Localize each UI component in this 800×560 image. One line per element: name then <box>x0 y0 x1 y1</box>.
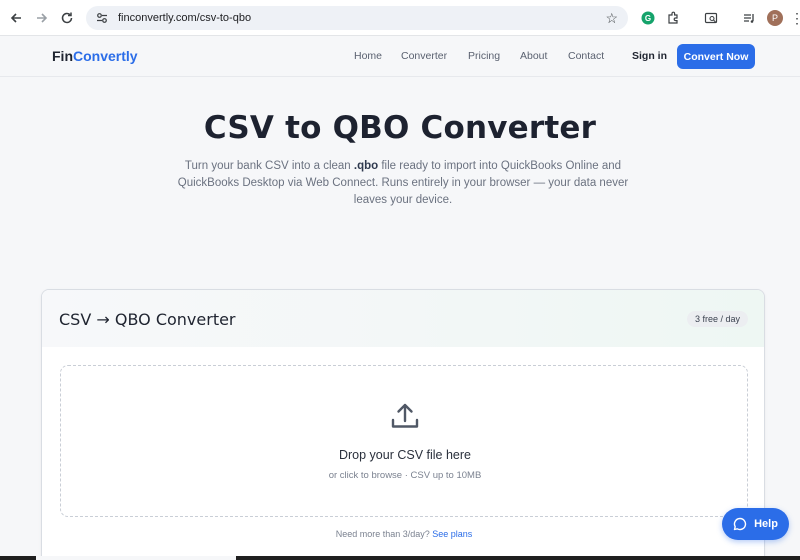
help-label: Help <box>754 518 778 530</box>
bookmark-star-icon[interactable]: ☆ <box>605 10 618 27</box>
qbo-extension-text: .qbo <box>353 160 379 172</box>
card-footer: Need more than 3/day? See plans <box>42 529 764 539</box>
site-info-icon[interactable] <box>94 10 110 26</box>
profile-avatar[interactable]: P <box>767 10 783 26</box>
quota-note: Need more than 3/day? <box>335 529 433 539</box>
dropzone-subtitle: or click to browse · CSV up to 10MB <box>328 470 482 481</box>
convert-now-button[interactable]: Convert Now <box>677 44 755 69</box>
logo-text-fin: Fin <box>52 48 73 64</box>
browser-menu-icon[interactable]: ⋮ <box>790 9 800 27</box>
sign-in-link[interactable]: Sign in <box>632 50 667 62</box>
card-header: CSV → QBO Converter 3 free / day <box>42 290 764 347</box>
nav-home[interactable]: Home <box>354 50 382 62</box>
taskbar-edge <box>0 556 800 560</box>
hero-subtitle: Turn your bank CSV into a clean .qbo fil… <box>170 158 636 209</box>
card-title: CSV → QBO Converter <box>59 310 236 329</box>
browser-toolbar: finconvertly.com/csv-to-qbo ☆ G P ⋮ <box>0 0 800 36</box>
chat-bubble-icon <box>733 517 747 531</box>
extensions-puzzle-icon[interactable] <box>664 9 682 27</box>
see-plans-link[interactable]: See plans <box>432 529 472 539</box>
help-button[interactable]: Help <box>722 508 789 540</box>
site-header: FinConvertly Home Converter Pricing Abou… <box>0 37 800 77</box>
back-icon[interactable] <box>3 5 29 31</box>
logo-text-convertly: Convertly <box>73 48 138 64</box>
reload-icon[interactable] <box>54 5 80 31</box>
file-dropzone[interactable]: Drop your CSV file here or click to brow… <box>60 365 748 517</box>
taskbar-segment <box>36 556 236 560</box>
nav-converter[interactable]: Converter <box>401 50 447 62</box>
grammarly-extension-icon[interactable]: G <box>639 9 657 27</box>
address-bar[interactable]: finconvertly.com/csv-to-qbo ☆ <box>86 6 628 30</box>
nav-contact[interactable]: Contact <box>568 50 604 62</box>
free-quota-badge: 3 free / day <box>687 311 749 327</box>
hero-subtitle-part1: Turn your bank CSV into a clean <box>184 160 354 172</box>
reading-list-icon[interactable] <box>740 9 758 27</box>
converter-card: CSV → QBO Converter 3 free / day Drop yo… <box>41 289 765 560</box>
page-title: CSV to QBO Converter <box>203 110 597 146</box>
tab-search-icon[interactable] <box>702 9 720 27</box>
svg-text:G: G <box>645 14 651 23</box>
nav-pricing[interactable]: Pricing <box>468 50 500 62</box>
upload-icon <box>391 403 419 428</box>
nav-about[interactable]: About <box>520 50 547 62</box>
dropzone-title: Drop your CSV file here <box>338 448 471 462</box>
url-text: finconvertly.com/csv-to-qbo <box>118 12 252 24</box>
site-logo[interactable]: FinConvertly <box>52 48 138 64</box>
forward-icon[interactable] <box>29 5 55 31</box>
